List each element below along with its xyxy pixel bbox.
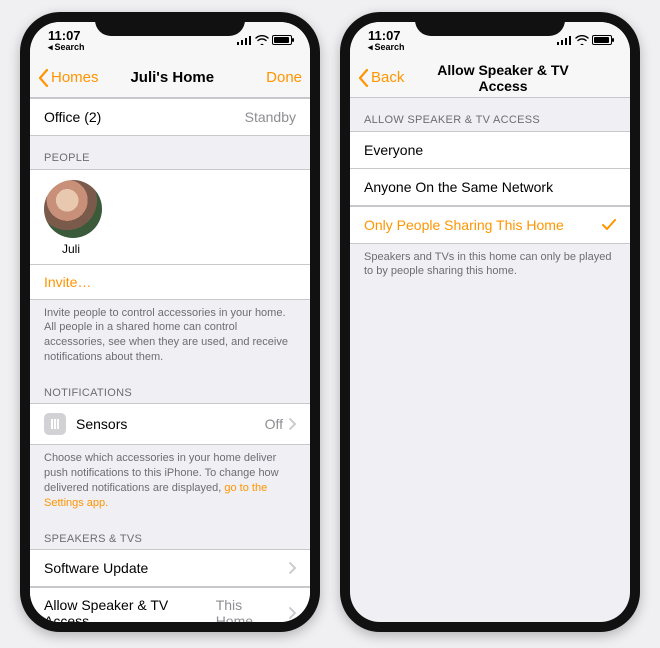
status-right	[237, 35, 292, 45]
chevron-right-icon	[289, 607, 296, 619]
footer-notifications: Choose which accessories in your home de…	[30, 445, 310, 516]
sensors-icon	[44, 413, 66, 435]
invite-label: Invite…	[44, 274, 91, 290]
row-detail: Standby	[245, 109, 296, 125]
row-label: Office (2)	[44, 109, 101, 125]
row-label: Allow Speaker & TV Access	[44, 597, 216, 622]
section-header-people: PEOPLE	[30, 136, 310, 169]
wifi-icon	[255, 35, 269, 45]
footer-access: Speakers and TVs in this home can only b…	[350, 244, 630, 286]
content-left[interactable]: Office (2) Standby PEOPLE Juli Invite… I…	[30, 98, 310, 622]
row-label: Software Update	[44, 560, 148, 576]
chevron-left-icon	[358, 69, 369, 87]
notch	[415, 12, 565, 36]
row-allow-access[interactable]: Allow Speaker & TV Access This Home	[30, 587, 310, 622]
nav-title-left: Juli's Home	[99, 69, 246, 86]
row-detail: Off	[265, 416, 283, 432]
back-arrow-icon: ◂	[368, 43, 373, 52]
back-app-label: Search	[375, 43, 405, 52]
avatar-name: Juli	[62, 242, 80, 256]
row-option-same-network[interactable]: Anyone On the Same Network	[350, 168, 630, 206]
status-time: 11:07	[48, 29, 85, 42]
back-arrow-icon: ◂	[48, 43, 53, 52]
status-time: 11:07	[368, 29, 405, 42]
people-block: Juli	[30, 169, 310, 265]
avatar[interactable]	[44, 180, 102, 238]
battery-icon	[592, 35, 612, 45]
nav-back-label: Homes	[51, 69, 99, 86]
signal-icon	[557, 35, 572, 45]
wifi-icon	[575, 35, 589, 45]
notch	[95, 12, 245, 36]
nav-done-label: Done	[266, 69, 302, 86]
screen-left: 11:07 ◂ Search Home	[30, 22, 310, 622]
row-office[interactable]: Office (2) Standby	[30, 98, 310, 136]
nav-title-right: Allow Speaker & TV Access	[414, 62, 592, 94]
section-header-notifications: NOTIFICATIONS	[30, 371, 310, 404]
section-header-access: ALLOW SPEAKER & TV ACCESS	[350, 98, 630, 131]
chevron-left-icon	[38, 69, 49, 87]
nav-back[interactable]: Back	[358, 69, 414, 87]
status-right	[557, 35, 612, 45]
row-label: Everyone	[364, 142, 423, 158]
row-option-everyone[interactable]: Everyone	[350, 131, 630, 169]
row-invite[interactable]: Invite…	[30, 265, 310, 300]
nav-bar-right: Back Allow Speaker & TV Access	[350, 58, 630, 98]
chevron-right-icon	[289, 418, 296, 430]
row-label: Only People Sharing This Home	[364, 217, 564, 233]
phone-left: 11:07 ◂ Search Home	[20, 12, 320, 632]
checkmark-icon	[602, 219, 616, 231]
battery-icon	[272, 35, 292, 45]
phone-right: 11:07 ◂ Search Back	[340, 12, 640, 632]
chevron-right-icon	[289, 562, 296, 574]
status-back-to-app[interactable]: ◂ Search	[368, 43, 405, 52]
nav-back-label: Back	[371, 69, 404, 86]
section-header-speakers: SPEAKERS & TVS	[30, 517, 310, 550]
content-right[interactable]: ALLOW SPEAKER & TV ACCESS Everyone Anyon…	[350, 98, 630, 622]
screen-right: 11:07 ◂ Search Back	[350, 22, 630, 622]
row-software-update[interactable]: Software Update	[30, 549, 310, 587]
status-back-to-app[interactable]: ◂ Search	[48, 43, 85, 52]
footer-invite: Invite people to control accessories in …	[30, 300, 310, 371]
row-detail: This Home	[216, 597, 283, 622]
signal-icon	[237, 35, 252, 45]
row-option-sharing-home[interactable]: Only People Sharing This Home	[350, 206, 630, 244]
back-app-label: Search	[55, 43, 85, 52]
nav-done[interactable]: Done	[246, 69, 302, 86]
row-label: Anyone On the Same Network	[364, 179, 553, 195]
row-sensors[interactable]: Sensors Off	[30, 403, 310, 445]
nav-back-homes[interactable]: Homes	[38, 69, 99, 87]
nav-bar-left: Homes Juli's Home Done	[30, 58, 310, 98]
row-label: Sensors	[76, 416, 127, 432]
